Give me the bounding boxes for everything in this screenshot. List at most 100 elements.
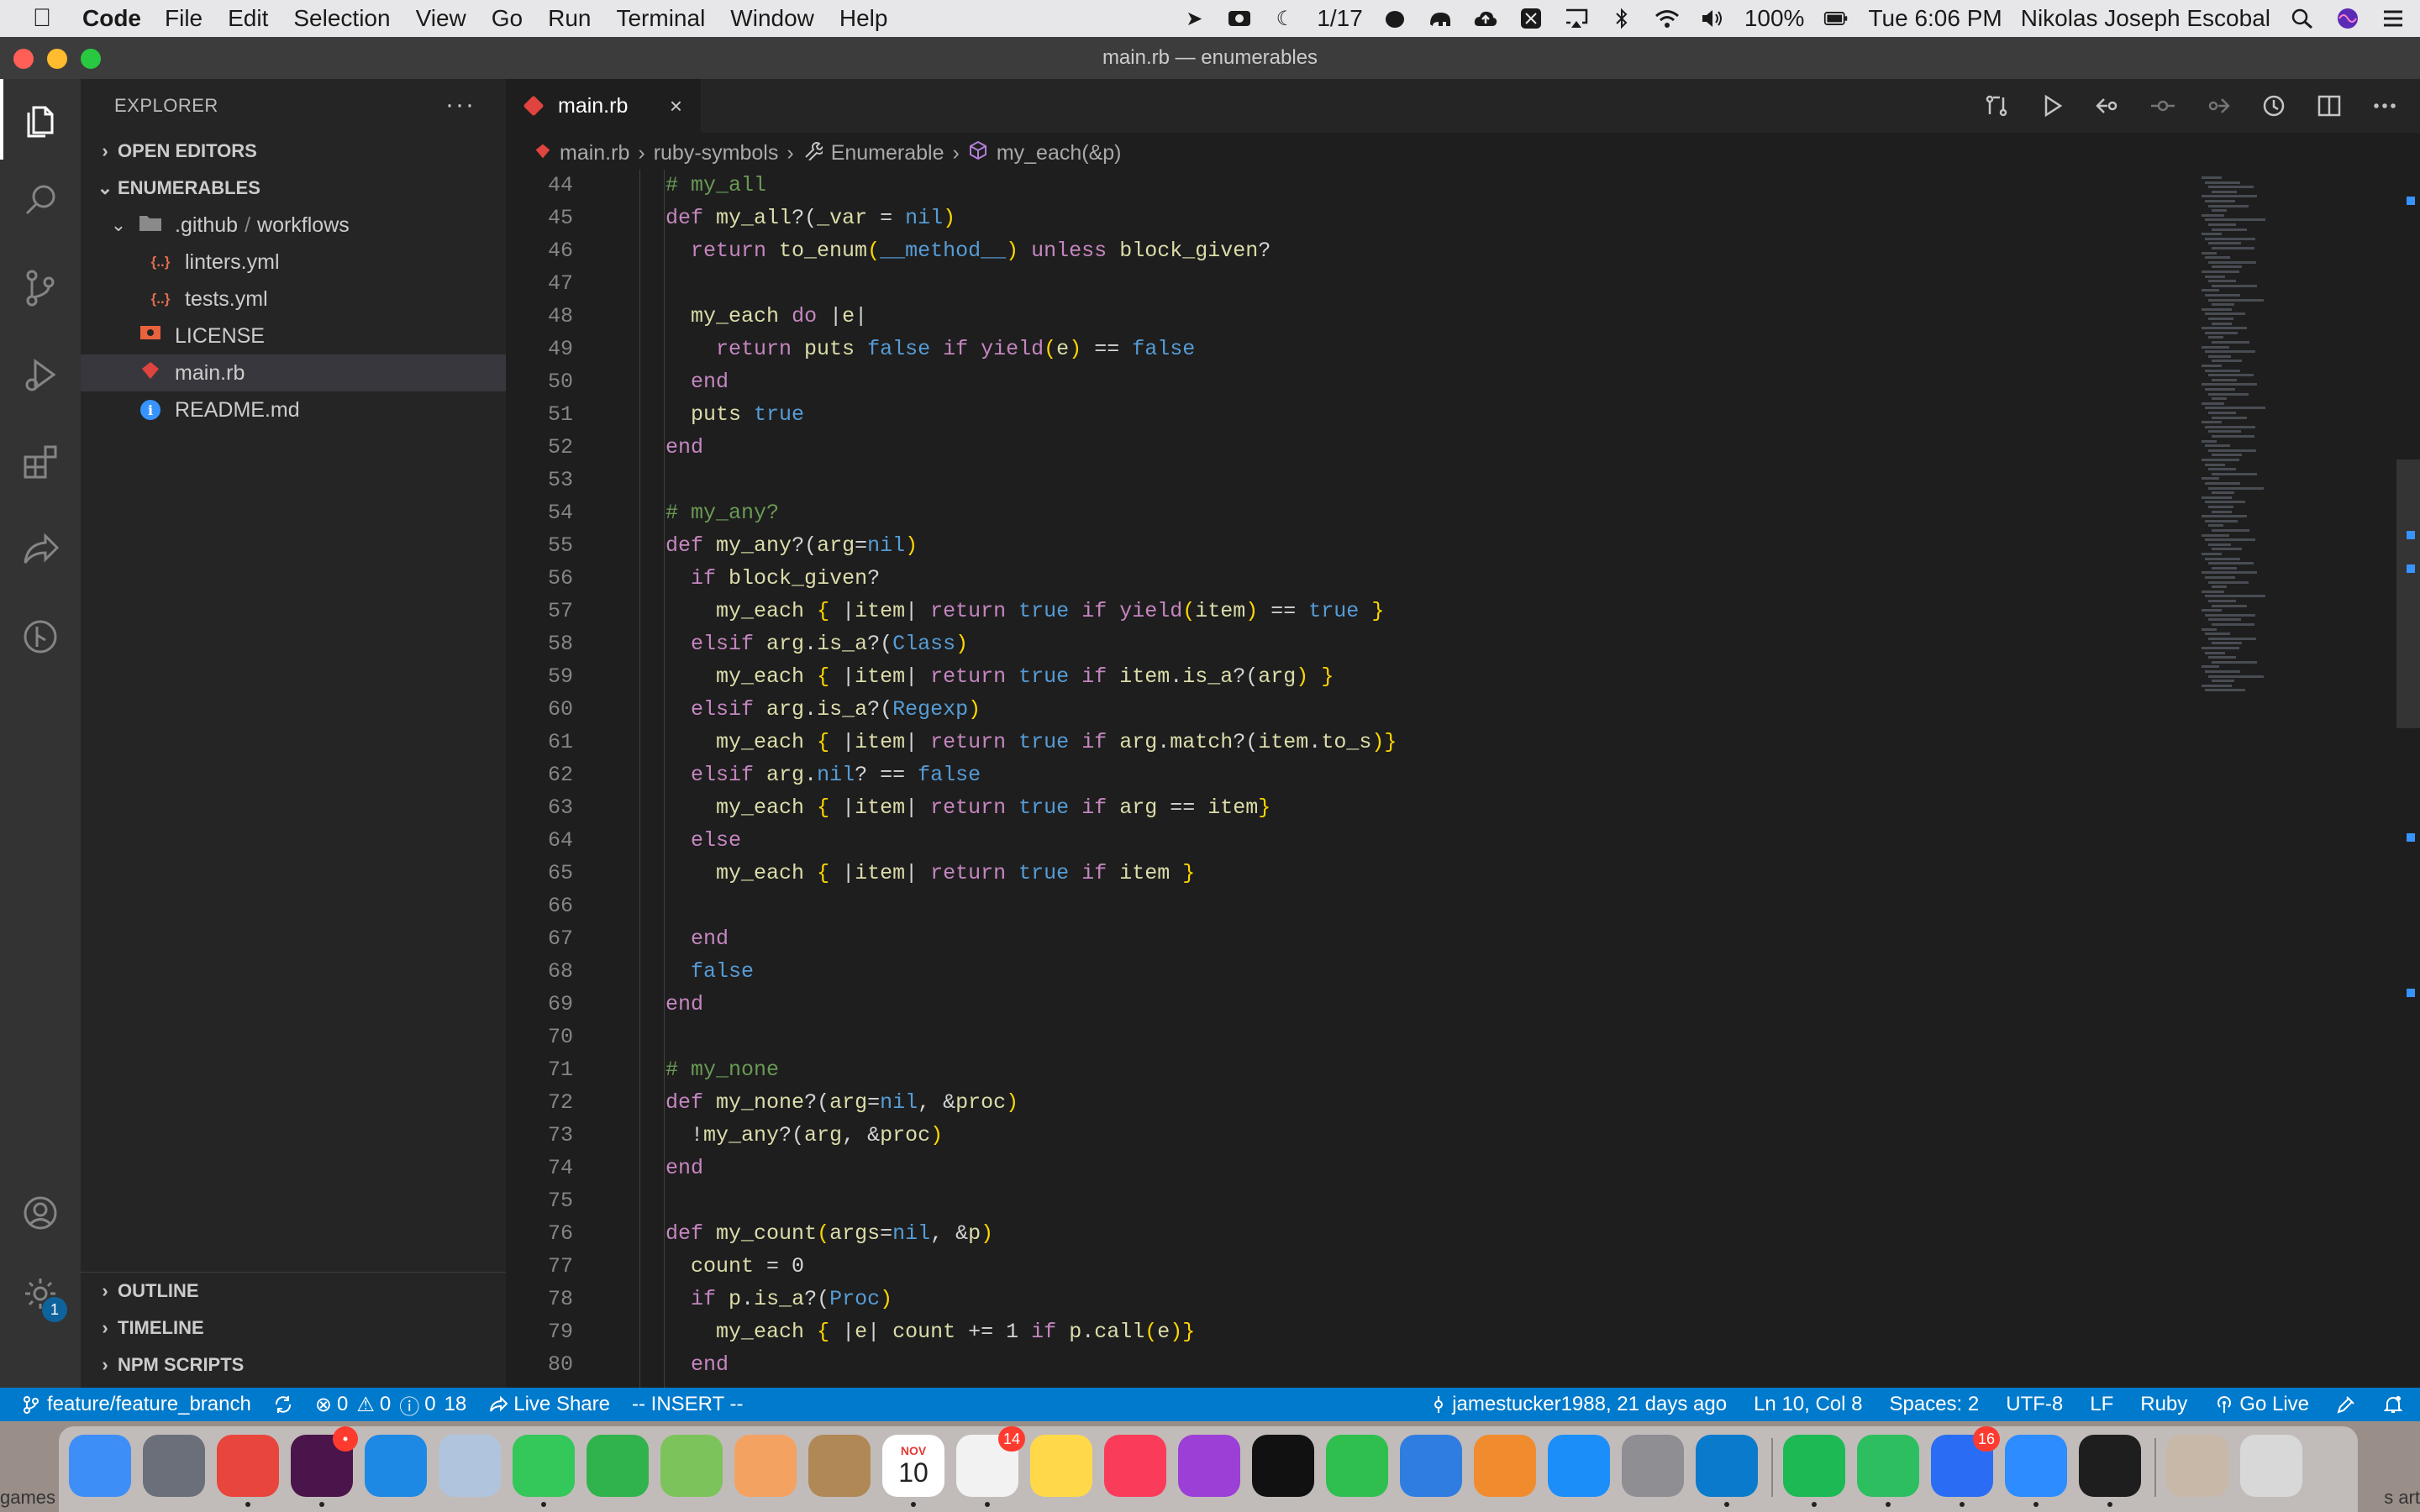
elephant-icon[interactable] (1427, 7, 1454, 30)
code-line[interactable]: 48 my_each do |e| (506, 301, 2203, 331)
code-line[interactable]: 51 puts true (506, 399, 2203, 429)
cloud-upload-icon[interactable] (1472, 7, 1499, 30)
code-line[interactable]: 72 def my_none?(arg=nil, &proc) (506, 1087, 2203, 1117)
open-changes-button[interactable] (1981, 91, 2012, 121)
timeline-section[interactable]: › TIMELINE (81, 1310, 506, 1347)
app-menu[interactable]: Code (82, 5, 141, 32)
volume-icon[interactable] (1699, 7, 1726, 30)
code-line[interactable]: 47 (506, 268, 2203, 298)
menu-run[interactable]: Run (548, 5, 591, 32)
menu-edit[interactable]: Edit (228, 5, 268, 32)
encoding[interactable]: UTF-8 (2006, 1393, 2063, 1416)
code-line[interactable]: 54 # my_any? (506, 497, 2203, 528)
code-line[interactable]: 49 return puts false if yield(e) == fals… (506, 333, 2203, 364)
calendar-count[interactable]: 1/17 (1317, 5, 1363, 32)
tree-file-main-rb[interactable]: main.rb (81, 354, 506, 391)
code-line[interactable]: 76 def my_count(args=nil, &p) (506, 1218, 2203, 1248)
editor-scrollbar[interactable] (2396, 170, 2420, 1401)
code-line[interactable]: 44 # my_all (506, 170, 2203, 200)
menu-selection[interactable]: Selection (293, 5, 390, 32)
photo-stack-icon[interactable] (2166, 1435, 2228, 1497)
calendar-icon[interactable]: NOV 10 (882, 1435, 944, 1497)
menubar-clock[interactable]: Tue 6:06 PM (1868, 5, 2002, 32)
more-actions-icon[interactable]: ··· (445, 91, 476, 119)
siri-icon[interactable] (2334, 7, 2361, 30)
tree-folder-github-workflows[interactable]: ⌄ .github / workflows (81, 207, 506, 244)
evernote-icon[interactable] (1857, 1435, 1919, 1497)
live-share-status[interactable]: Live Share (488, 1393, 610, 1416)
facetime-icon[interactable] (587, 1435, 649, 1497)
go-forward-button[interactable] (2203, 91, 2233, 121)
code-line[interactable]: 79 my_each { |e| count += 1 if p.call(e)… (506, 1316, 2203, 1347)
tab-main-rb[interactable]: main.rb × (506, 79, 701, 133)
code-line[interactable]: 56 if block_given? (506, 563, 2203, 593)
spotify-icon[interactable] (1783, 1435, 1845, 1497)
minimap[interactable] (2196, 170, 2398, 1401)
code-line[interactable]: 62 elsif arg.nil? == false (506, 759, 2203, 790)
code-line[interactable]: 70 (506, 1021, 2203, 1052)
app-store-icon[interactable] (1548, 1435, 1610, 1497)
code-line[interactable]: 52 end (506, 432, 2203, 462)
feedback-button[interactable] (2336, 1394, 2356, 1415)
numbers-icon[interactable] (1326, 1435, 1388, 1497)
battery-icon[interactable] (1823, 7, 1849, 30)
extensions-activity-button[interactable] (0, 422, 81, 502)
close-icon[interactable]: × (670, 93, 682, 119)
source-control-activity-button[interactable] (0, 247, 81, 328)
trash-icon[interactable] (2240, 1435, 2302, 1497)
messages-icon[interactable] (513, 1435, 575, 1497)
battery-percent[interactable]: 100% (1744, 5, 1805, 32)
code-line[interactable]: 63 my_each { |item| return true if arg =… (506, 792, 2203, 822)
control-center-icon[interactable] (2380, 7, 2407, 30)
airplay-icon[interactable] (1563, 7, 1590, 30)
git-graph-activity-button[interactable] (0, 596, 81, 677)
code-line[interactable]: 58 elsif arg.is_a?(Class) (506, 628, 2203, 659)
language-mode[interactable]: Ruby (2140, 1393, 2187, 1416)
branch-status[interactable]: feature/feature_branch (22, 1393, 251, 1416)
chrome-icon[interactable] (217, 1435, 279, 1497)
code-line[interactable]: 53 (506, 465, 2203, 495)
menu-file[interactable]: File (165, 5, 203, 32)
enumerables-folder-section[interactable]: ⌄ ENUMERABLES (81, 170, 506, 207)
problems-status[interactable]: ⊗ 0 ⚠ 0 ⓘ 0 18 (315, 1390, 466, 1420)
split-editor-button[interactable] (2314, 91, 2344, 121)
go-live-button[interactable]: Go Live (2214, 1393, 2309, 1416)
system-preferences-icon[interactable] (1622, 1435, 1684, 1497)
spotlight-search-icon[interactable] (2289, 7, 2316, 30)
breadcrumb-method[interactable]: my_each(&p) (997, 141, 1122, 165)
evernote-icon[interactable] (1381, 7, 1408, 30)
mail-icon[interactable] (439, 1435, 501, 1497)
photos-icon[interactable] (734, 1435, 797, 1497)
code-line[interactable]: 78 if p.is_a?(Proc) (506, 1284, 2203, 1314)
code-line[interactable]: 65 my_each { |item| return true if item … (506, 858, 2203, 888)
code-line[interactable]: 55 def my_any?(arg=nil) (506, 530, 2203, 560)
code-line[interactable]: 69 end (506, 989, 2203, 1019)
code-line[interactable]: 67 end (506, 923, 2203, 953)
cursor-position[interactable]: Ln 10, Col 8 (1754, 1393, 1862, 1416)
camera-icon[interactable] (1226, 7, 1253, 30)
music-icon[interactable] (1104, 1435, 1166, 1497)
run-debug-activity-button[interactable] (0, 334, 81, 415)
finder-icon[interactable] (69, 1435, 131, 1497)
end-of-line[interactable]: LF (2090, 1393, 2113, 1416)
explorer-activity-button[interactable] (0, 79, 81, 160)
menu-go[interactable]: Go (492, 5, 523, 32)
code-line[interactable]: 59 my_each { |item| return true if item.… (506, 661, 2203, 691)
outline-section[interactable]: › OUTLINE (81, 1273, 506, 1310)
code-line[interactable]: 46 return to_enum(__method__) unless blo… (506, 235, 2203, 265)
code-line[interactable]: 66 (506, 890, 2203, 921)
wifi-icon[interactable] (1654, 7, 1681, 30)
more-actions-button[interactable] (2370, 91, 2400, 121)
vscode-icon[interactable] (1696, 1435, 1758, 1497)
code-line[interactable]: 60 elsif arg.is_a?(Regexp) (506, 694, 2203, 724)
manage-activity-button[interactable]: 1 (0, 1253, 81, 1334)
scrollbar-thumb[interactable] (2396, 459, 2420, 728)
search-activity-button[interactable] (0, 160, 81, 240)
code-line[interactable]: 57 my_each { |item| return true if yield… (506, 596, 2203, 626)
indentation[interactable]: Spaces: 2 (1890, 1393, 1980, 1416)
breadcrumb-folder[interactable]: ruby-symbols (654, 141, 779, 165)
code-line[interactable]: 80 end (506, 1349, 2203, 1379)
tree-file-linters[interactable]: {..} linters.yml (81, 244, 506, 281)
podcasts-icon[interactable] (1178, 1435, 1240, 1497)
bluetooth-icon[interactable] (1608, 7, 1635, 30)
